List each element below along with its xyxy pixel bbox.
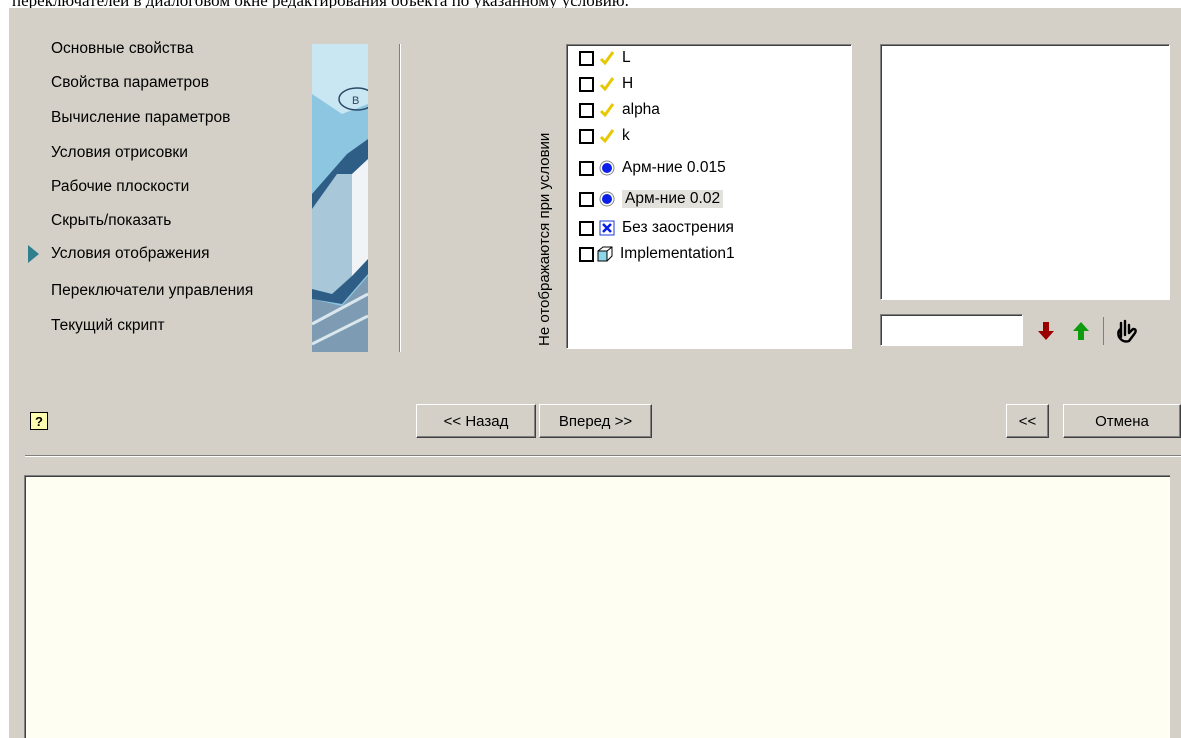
nav-item-parameter-calculation[interactable]: Вычисление параметров <box>51 109 230 127</box>
description-area <box>24 475 1170 738</box>
list-item[interactable]: k <box>579 123 630 149</box>
move-down-icon[interactable] <box>1036 320 1056 342</box>
sidebar-divider-highlight <box>400 44 401 352</box>
yellow-check-icon <box>598 75 616 93</box>
yellow-check-icon <box>598 101 616 119</box>
list-item-label: Арм-ние 0.02 <box>622 190 724 208</box>
nav-item-drawing-conditions[interactable]: Условия отрисовки <box>51 144 188 162</box>
nav-item-basic-properties[interactable]: Основные свойства <box>51 40 193 58</box>
back-button[interactable]: << Назад <box>416 404 536 438</box>
collapse-button[interactable]: << <box>1006 404 1049 438</box>
list-item-selected[interactable]: Арм-ние 0.02 <box>579 186 724 212</box>
svg-text:B: B <box>352 95 359 107</box>
horizontal-separator <box>25 455 1181 457</box>
cancel-button[interactable]: Отмена <box>1063 404 1181 438</box>
nav-item-control-switches[interactable]: Переключатели управления <box>51 282 253 300</box>
list-item-label: L <box>622 49 631 66</box>
list-item[interactable]: H <box>579 71 633 97</box>
nav-item-current-script[interactable]: Текущий скрипт <box>51 317 165 335</box>
list-item-label: Без заострения <box>622 219 734 236</box>
checkbox[interactable] <box>579 220 594 236</box>
yellow-check-icon <box>598 49 616 67</box>
list-item-label: Арм-ние 0.015 <box>622 159 726 176</box>
checkbox[interactable] <box>579 191 594 207</box>
list-item[interactable]: Без заострения <box>579 215 734 241</box>
yellow-check-icon <box>598 127 616 145</box>
checkbox[interactable] <box>579 160 594 176</box>
list-item[interactable]: alpha <box>579 97 660 123</box>
nav-item-display-conditions[interactable]: Условия отображения <box>51 245 210 263</box>
checkbox[interactable] <box>579 246 594 262</box>
list-item-label: Implementation1 <box>620 245 735 262</box>
checkbox[interactable] <box>579 76 594 92</box>
next-button[interactable]: Вперед >> <box>539 404 652 438</box>
active-arrow-icon <box>28 245 39 263</box>
sidebar-decorative-image: B <box>312 44 368 352</box>
hidden-elements-list[interactable]: L H alpha k Арм-ние 0.015 Арм-ние 0.02 Б… <box>566 44 852 349</box>
toolbar-divider <box>1103 317 1104 345</box>
condition-input[interactable] <box>880 314 1023 346</box>
hand-pointer-icon[interactable] <box>1115 317 1141 345</box>
radio-icon <box>598 190 616 208</box>
nav-item-parameter-properties[interactable]: Свойства параметров <box>51 74 209 92</box>
list-item[interactable]: Арм-ние 0.015 <box>579 155 726 181</box>
wizard-dialog: Основные свойства Свойства параметров Вы… <box>9 8 1181 738</box>
hidden-list-vertical-label: Не отображаются при условии <box>536 132 553 346</box>
condition-text-area[interactable] <box>880 44 1170 300</box>
checkbox[interactable] <box>579 128 594 144</box>
list-item-label: alpha <box>622 101 660 118</box>
nav-item-working-planes[interactable]: Рабочие плоскости <box>51 178 189 196</box>
help-icon[interactable]: ? <box>30 412 48 430</box>
nav-item-hide-show[interactable]: Скрыть/показать <box>51 212 171 230</box>
list-item[interactable]: L <box>579 45 631 71</box>
list-item-label: k <box>622 127 630 144</box>
checkbox[interactable] <box>579 102 594 118</box>
list-item[interactable]: Implementation1 <box>579 241 735 267</box>
radio-icon <box>598 159 616 177</box>
move-up-icon[interactable] <box>1071 320 1091 342</box>
checkbox-x-icon <box>598 219 616 237</box>
checkbox[interactable] <box>579 50 594 66</box>
cube-icon <box>596 245 614 263</box>
list-item-label: H <box>622 75 634 92</box>
